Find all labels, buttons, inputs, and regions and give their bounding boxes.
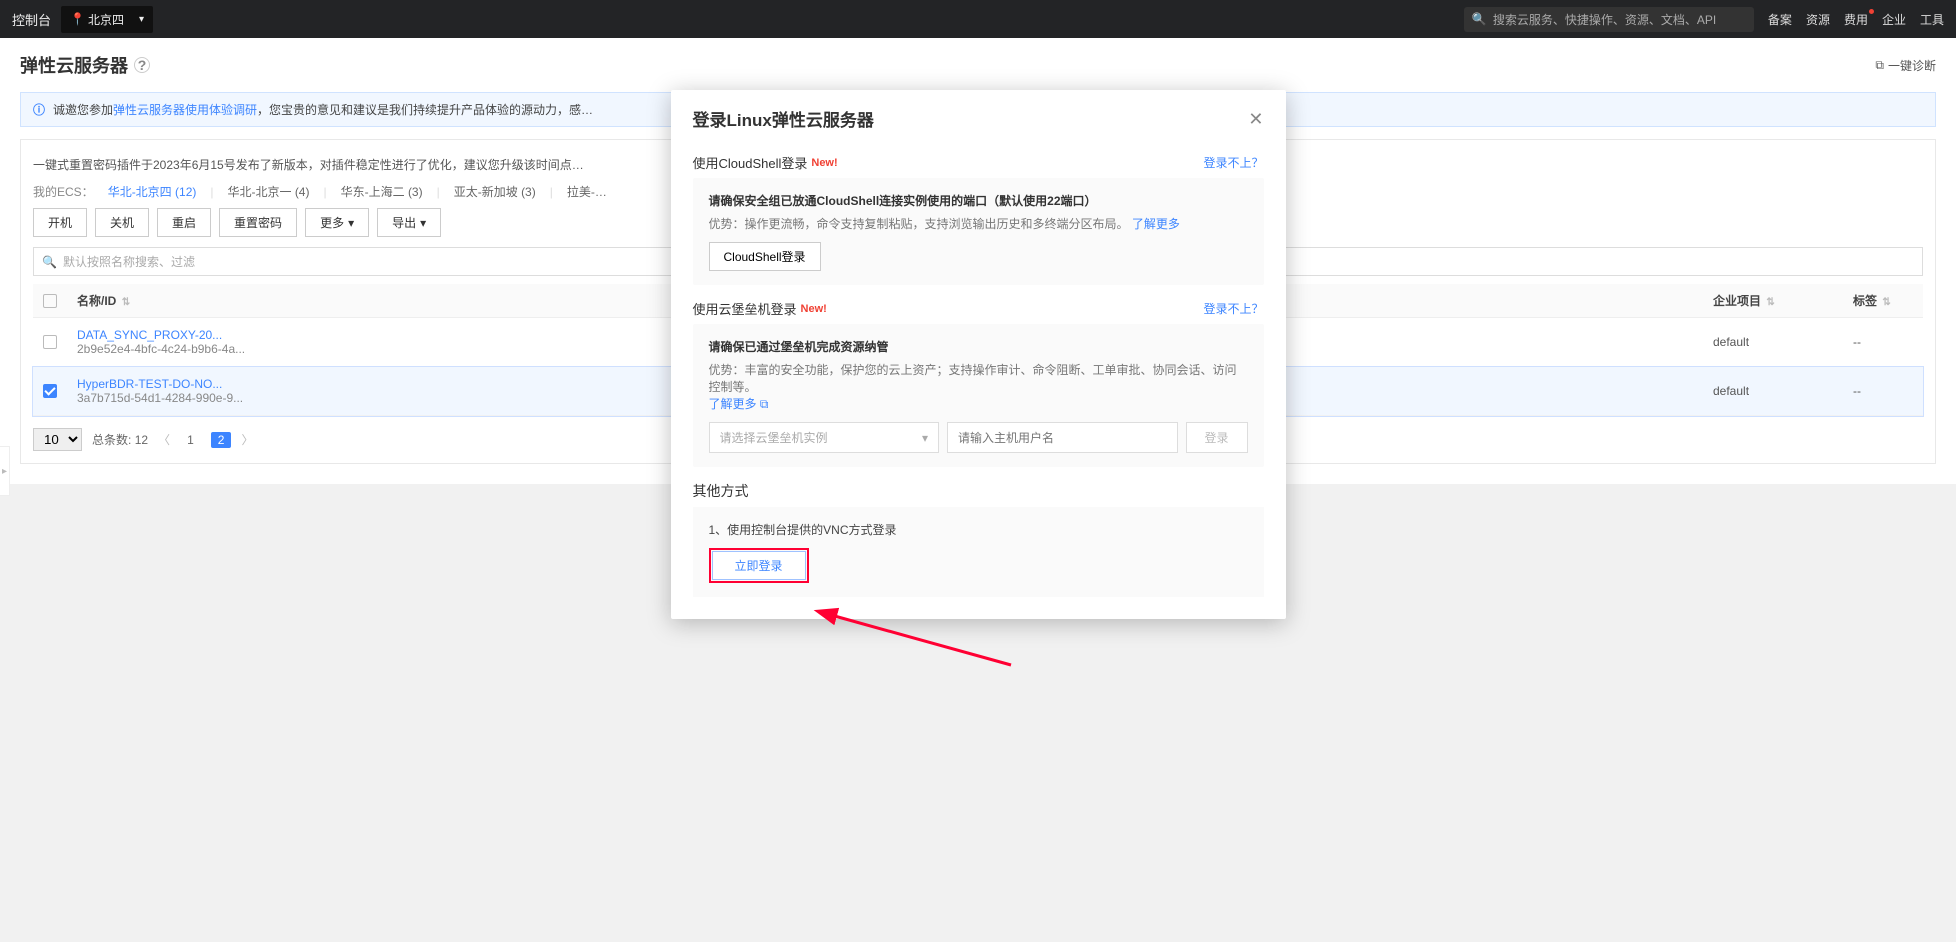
bastion-login-button[interactable]: 登录 [1186, 422, 1248, 453]
project-text: default [1713, 384, 1749, 398]
sort-icon[interactable]: ⇅ [1766, 297, 1774, 308]
chevron-down-icon: ▾ [139, 14, 144, 25]
page-2[interactable]: 2 [211, 432, 232, 448]
region-tab-2[interactable]: 华东-上海二 (3) [341, 183, 423, 200]
page-title: 弹性云服务器 [20, 52, 128, 78]
tags-text: -- [1853, 384, 1861, 398]
chevron-down-icon: ▾ [420, 216, 426, 230]
region-tab-1[interactable]: 华北-北京一 (4) [227, 183, 309, 200]
export-button[interactable]: 导出 ▾ [377, 208, 441, 237]
sort-icon[interactable]: ⇅ [1882, 297, 1890, 308]
sort-icon[interactable]: ⇅ [122, 297, 130, 308]
nav-enterprise[interactable]: 企业 [1882, 11, 1906, 28]
regions-label: 我的ECS： [33, 183, 94, 200]
vnc-login-button[interactable]: 立即登录 [712, 551, 806, 580]
search-icon: 🔍 [42, 255, 57, 269]
bastion-username-input[interactable] [947, 422, 1178, 453]
pager-prev[interactable]: 〈 [158, 431, 170, 448]
global-search-input[interactable]: 🔍 搜索云服务、快捷操作、资源、文档、API [1464, 7, 1754, 32]
bastion-title: 使用云堡垒机登录 [693, 299, 797, 318]
tags-text: -- [1853, 335, 1861, 349]
search-icon: 🔍 [1472, 12, 1487, 26]
cloudshell-title: 使用CloudShell登录 [693, 153, 808, 172]
close-icon[interactable]: ✕ [1248, 110, 1263, 128]
bastion-instance-select[interactable]: 请选择云堡垒机实例 ▾ [709, 422, 940, 453]
stop-button[interactable]: 关机 [95, 208, 149, 237]
col-project: 企业项目 [1713, 294, 1761, 308]
project-text: default [1713, 335, 1749, 349]
region-tab-0[interactable]: 华北-北京四 (12) [108, 183, 197, 200]
bastion-card: 请确保已通过堡垒机完成资源纳管 优势：丰富的安全功能，保护您的云上资产；支持操作… [693, 324, 1264, 467]
console-label[interactable]: 控制台 [12, 10, 51, 29]
cloudshell-card: 请确保安全组已放通CloudShell连接实例使用的端口（默认使用22端口） 优… [693, 178, 1264, 285]
pager-next[interactable]: 〉 [241, 431, 253, 448]
restart-button[interactable]: 重启 [157, 208, 211, 237]
page-1[interactable]: 1 [180, 432, 201, 448]
cloudshell-note: 请确保安全组已放通CloudShell连接实例使用的端口（默认使用22端口） [709, 192, 1248, 209]
region-tab-3[interactable]: 亚太-新加坡 (3) [454, 183, 536, 200]
nav-fee[interactable]: 费用 [1844, 11, 1868, 28]
help-icon[interactable]: ? [134, 57, 150, 73]
row-checkbox[interactable] [43, 384, 57, 398]
bastion-desc: 优势：丰富的安全功能，保护您的云上资产；支持操作审计、命令阻断、工单审批、协同会… [709, 363, 1237, 394]
vnc-label: 1、使用控制台提供的VNC方式登录 [709, 521, 1248, 538]
other-methods-title: 其他方式 [693, 481, 1264, 501]
external-icon: ⧉ [1875, 58, 1884, 73]
start-button[interactable]: 开机 [33, 208, 87, 237]
cloudshell-learn-more[interactable]: 了解更多 [1132, 217, 1180, 231]
row-checkbox[interactable] [43, 335, 57, 349]
sidebar-expand-handle[interactable]: ▸ [0, 446, 10, 496]
col-name: 名称/ID [77, 294, 116, 308]
survey-link[interactable]: 弹性云服务器使用体验调研 [113, 103, 257, 117]
top-navbar: 控制台 📍 北京四 ▾ 🔍 搜索云服务、快捷操作、资源、文档、API 备案 资源… [0, 0, 1956, 38]
select-all-checkbox[interactable] [43, 294, 57, 308]
region-tab-4[interactable]: 拉美-… [567, 183, 607, 200]
login-modal: 登录Linux弹性云服务器 ✕ 使用CloudShell登录 New! 登录不上… [671, 90, 1286, 619]
region-name: 北京四 [88, 11, 124, 28]
more-button[interactable]: 更多 ▾ [305, 208, 369, 237]
reset-password-button[interactable]: 重置密码 [219, 208, 297, 237]
chevron-down-icon: ▾ [348, 216, 354, 230]
modal-title: 登录Linux弹性云服务器 [693, 106, 874, 131]
new-badge: New! [801, 303, 827, 315]
bastion-select-placeholder: 请选择云堡垒机实例 [720, 429, 828, 446]
page-size-select[interactable]: 10 [33, 428, 82, 451]
nav-tools[interactable]: 工具 [1920, 11, 1944, 28]
annotation-highlight: 立即登录 [709, 548, 809, 583]
total-count: 12 [135, 433, 148, 447]
cloudshell-login-button[interactable]: CloudShell登录 [709, 242, 821, 271]
info-icon: ⓘ [33, 101, 45, 118]
region-selector[interactable]: 📍 北京四 ▾ [61, 6, 153, 33]
bastion-note: 请确保已通过堡垒机完成资源纳管 [709, 338, 1248, 355]
global-search-placeholder: 搜索云服务、快捷操作、资源、文档、API [1493, 11, 1716, 28]
total-label: 总条数: [92, 433, 131, 447]
new-badge: New! [811, 157, 837, 169]
chevron-down-icon: ▾ [922, 431, 928, 445]
survey-pre: 诚邀您参加 [53, 103, 113, 117]
survey-post: ，您宝贵的意见和建议是我们持续提升产品体验的源动力，感… [257, 103, 593, 117]
cloudshell-desc: 优势：操作更流畅，命令支持复制粘贴，支持浏览输出历史和多终端分区布局。 [709, 217, 1129, 231]
col-tags: 标签 [1853, 294, 1877, 308]
table-search-placeholder: 默认按照名称搜索、过滤 [63, 253, 195, 270]
cloudshell-help-link[interactable]: 登录不上？ [1203, 154, 1263, 171]
diagnose-button[interactable]: ⧉ 一键诊断 [1875, 57, 1936, 74]
location-pin-icon: 📍 [70, 12, 85, 26]
bastion-help-link[interactable]: 登录不上？ [1203, 300, 1263, 317]
bastion-learn-more[interactable]: 了解更多 ⧉ [709, 397, 769, 411]
page-header: 弹性云服务器 ? ⧉ 一键诊断 [0, 38, 1956, 92]
nav-beian[interactable]: 备案 [1768, 11, 1792, 28]
nav-resource[interactable]: 资源 [1806, 11, 1830, 28]
vnc-card: 1、使用控制台提供的VNC方式登录 立即登录 [693, 507, 1264, 597]
